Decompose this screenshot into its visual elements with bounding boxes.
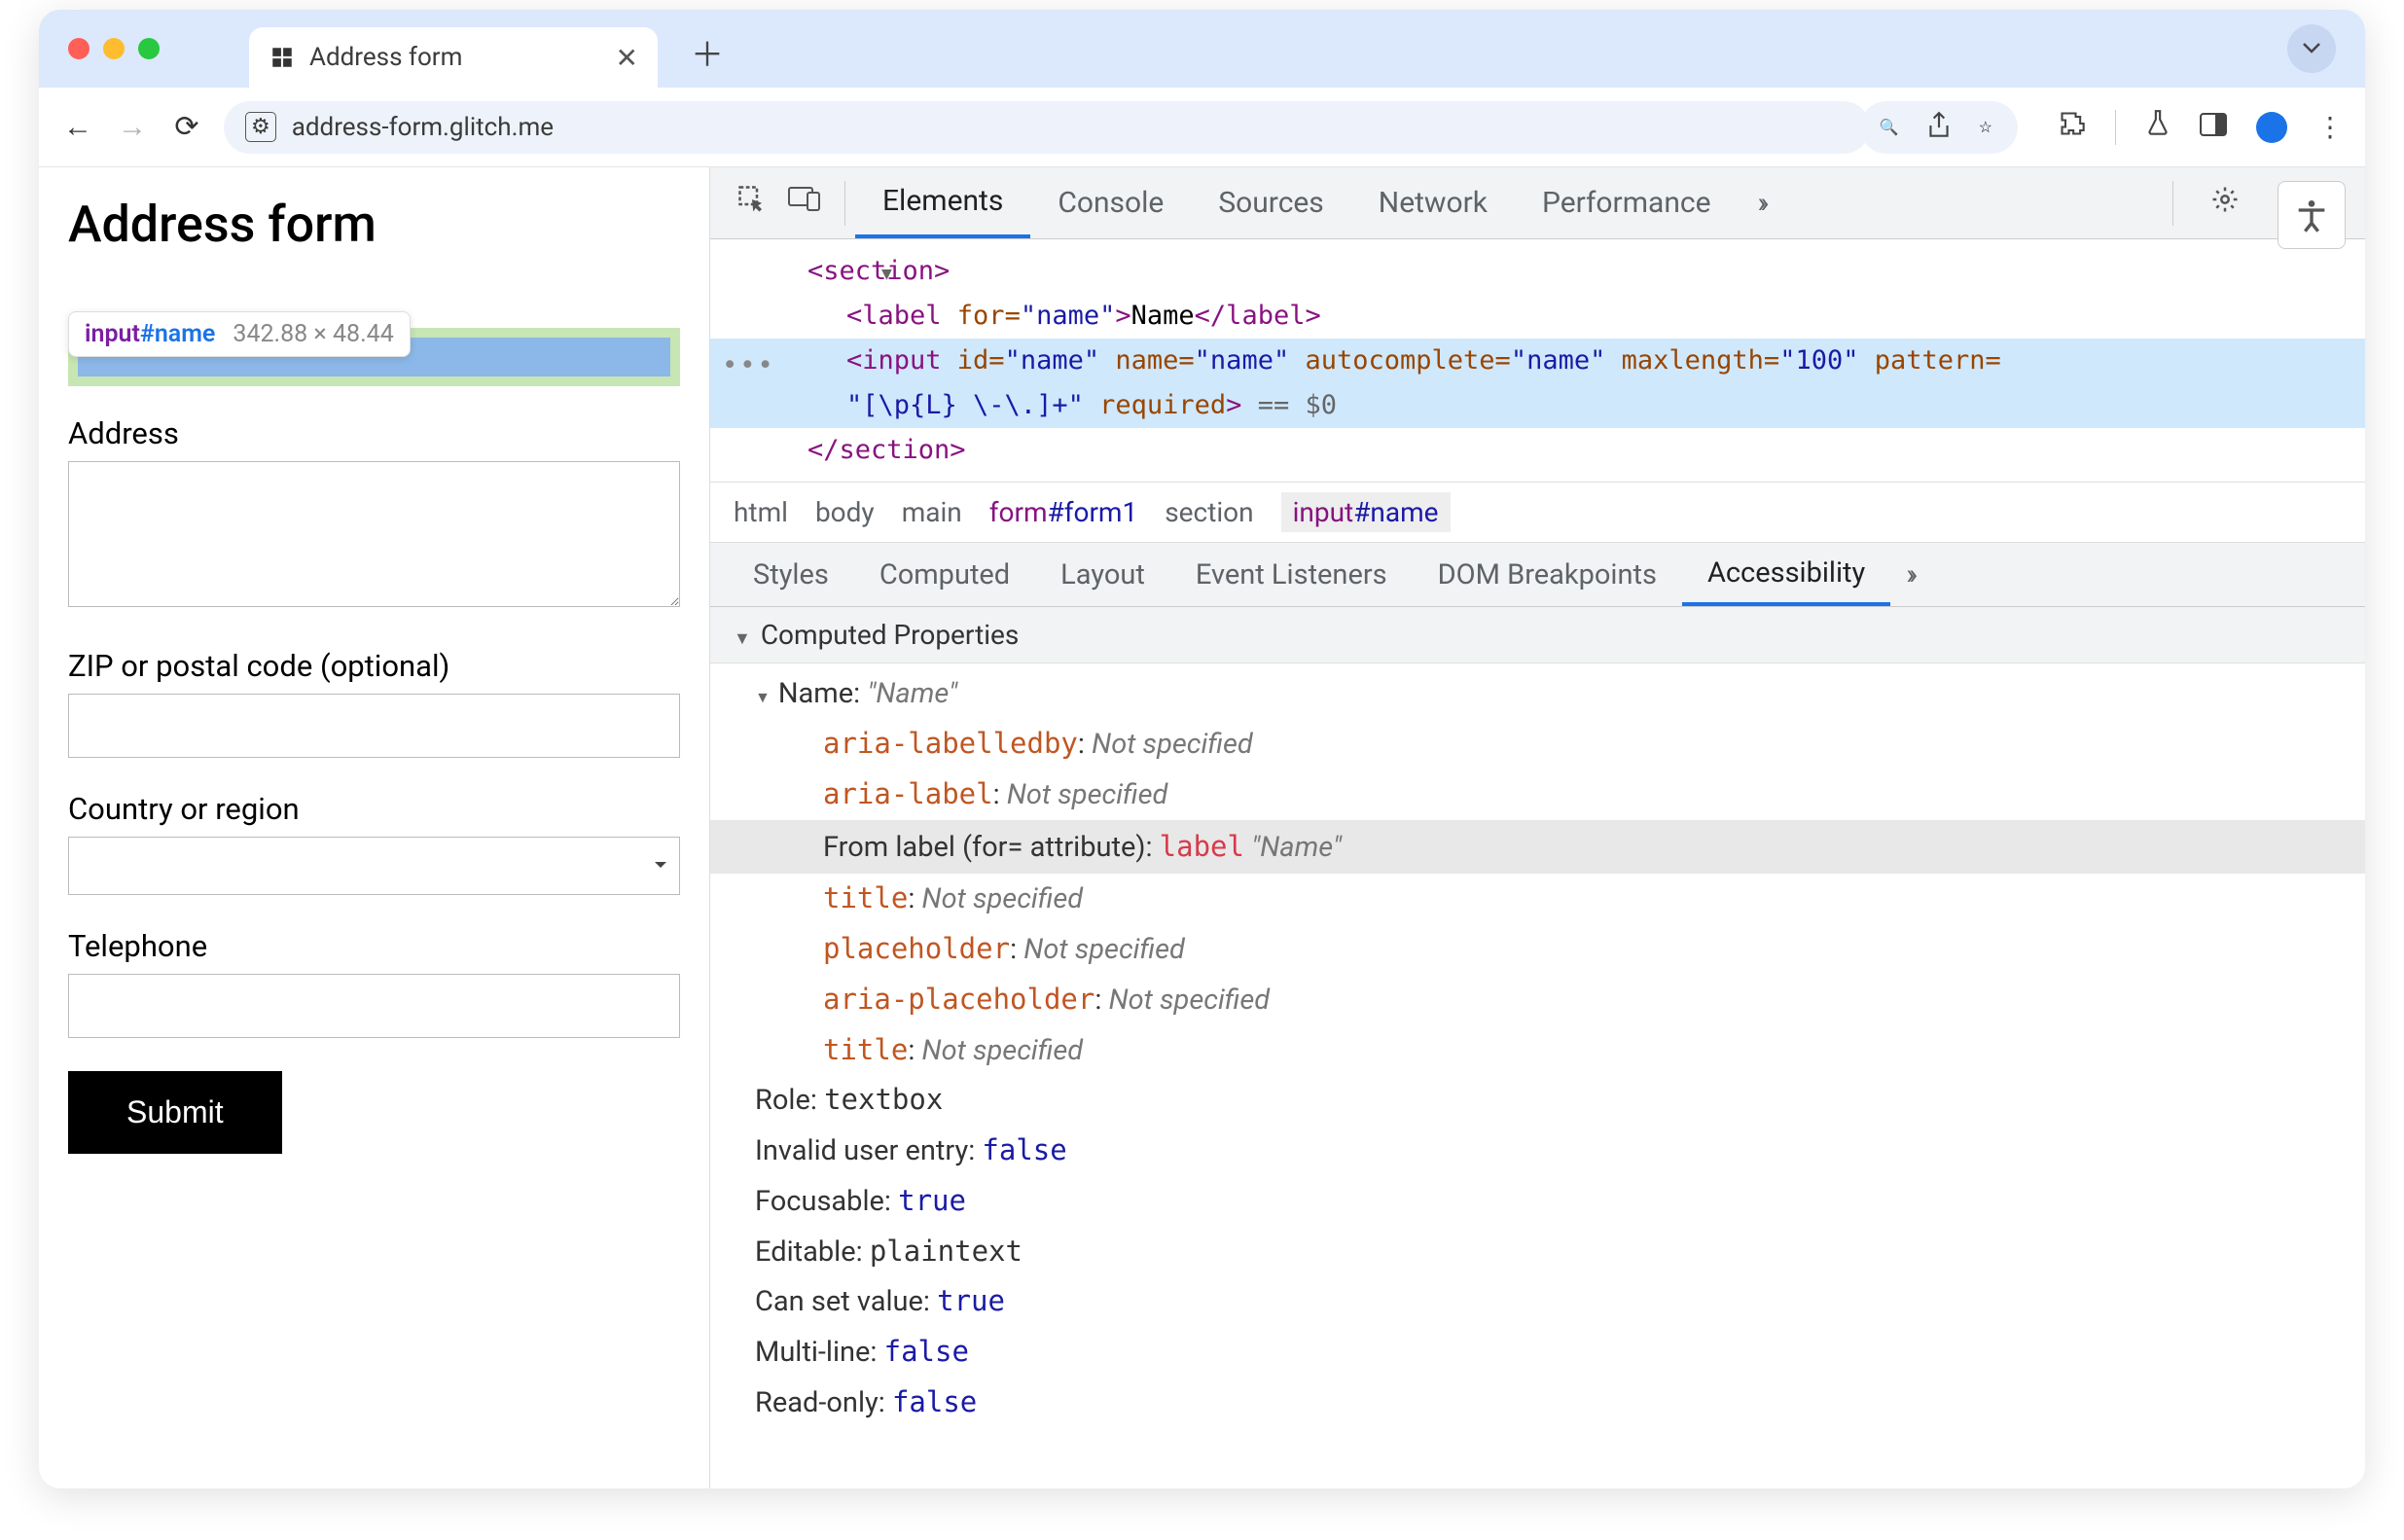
a11y-readonly: Read-only: false: [710, 1378, 2365, 1428]
favicon-icon: [269, 44, 296, 71]
dom-section-close: </section>: [807, 435, 966, 465]
devtools-subtabs: Styles Computed Layout Event Listeners D…: [710, 543, 2365, 607]
panel-icon[interactable]: [2200, 111, 2227, 143]
subtab-computed[interactable]: Computed: [854, 543, 1035, 606]
tab-sources[interactable]: Sources: [1191, 167, 1350, 238]
tab-performance[interactable]: Performance: [1515, 167, 1739, 238]
subtab-dom-breakpoints[interactable]: DOM Breakpoints: [1413, 543, 1682, 606]
labs-icon[interactable]: [2145, 109, 2171, 145]
window-zoom[interactable]: [138, 38, 160, 59]
settings-gear-icon[interactable]: [2210, 185, 2240, 221]
a11y-cansetvalue: Can set value: true: [710, 1276, 2365, 1327]
tooltip-tag: input: [85, 320, 140, 348]
tab-console[interactable]: Console: [1030, 167, 1191, 238]
subtabs-overflow-icon[interactable]: ››: [1906, 557, 1912, 591]
bc-form[interactable]: form#form1: [989, 496, 1137, 528]
traffic-lights: [68, 38, 160, 59]
dom-selected-input[interactable]: ••• <input id="name" name="name" autocom…: [710, 339, 2365, 428]
bc-body[interactable]: body: [815, 496, 875, 528]
a11y-name-row[interactable]: Name: "Name": [710, 669, 2365, 719]
tooltip-dims: 342.88 × 48.44: [233, 320, 393, 348]
inspect-tooltip: input#name 342.88 × 48.44: [68, 311, 411, 357]
tab-overflow-button[interactable]: [2287, 24, 2336, 73]
bc-section[interactable]: section: [1165, 496, 1253, 528]
tabs-overflow-icon[interactable]: ››: [1758, 186, 1764, 220]
toolbar-icons: ⋮: [2059, 109, 2344, 145]
page-pane: Address form input#name 342.88 × 48.44 A…: [39, 167, 710, 1488]
devtools-pane: Elements Console Sources Network Perform…: [710, 167, 2365, 1488]
zip-input[interactable]: [68, 694, 680, 758]
tab-title: Address form: [309, 43, 462, 72]
bc-html[interactable]: html: [734, 496, 788, 528]
forward-button[interactable]: →: [115, 110, 150, 144]
extensions-icon[interactable]: [2059, 110, 2086, 144]
new-tab-button[interactable]: ＋: [679, 23, 736, 80]
dom-tree[interactable]: <section> <label for="name">Name</label>…: [710, 239, 2365, 482]
bc-main[interactable]: main: [902, 496, 962, 528]
zip-label: ZIP or postal code (optional): [68, 648, 680, 684]
devtools-tabs: Elements Console Sources Network Perform…: [710, 167, 2365, 239]
bc-input[interactable]: input#name: [1281, 492, 1451, 532]
country-label: Country or region: [68, 791, 680, 827]
subtab-accessibility[interactable]: Accessibility: [1682, 543, 1890, 606]
dom-section-open: <section>: [807, 256, 950, 286]
a11y-role: Role: textbox: [710, 1075, 2365, 1126]
a11y-editable: Editable: plaintext: [710, 1227, 2365, 1277]
window-close[interactable]: [68, 38, 90, 59]
subtab-event-listeners[interactable]: Event Listeners: [1170, 543, 1413, 606]
divider: [2115, 110, 2116, 145]
subtab-layout[interactable]: Layout: [1035, 543, 1170, 606]
browser-tab[interactable]: Address form ✕: [249, 27, 658, 88]
profile-avatar[interactable]: [2256, 112, 2287, 143]
address-bar: ← → ⟳ ⚙ address-form.glitch.me 🔍 ☆: [39, 88, 2365, 167]
accessibility-overlay-icon[interactable]: [2278, 181, 2346, 249]
a11y-aria-labelledby: aria-labelledby: Not specified: [710, 719, 2365, 770]
a11y-multiline: Multi-line: false: [710, 1327, 2365, 1378]
menu-icon[interactable]: ⋮: [2316, 111, 2344, 143]
url-text: address-form.glitch.me: [292, 113, 554, 142]
zip-group: ZIP or postal code (optional): [68, 648, 680, 758]
address-textarea[interactable]: [68, 461, 680, 607]
tab-strip: Address form ✕ ＋: [39, 10, 2365, 88]
telephone-input[interactable]: [68, 974, 680, 1038]
tooltip-id: #name: [140, 320, 216, 348]
a11y-title: title: Not specified: [710, 874, 2365, 924]
country-select[interactable]: [68, 837, 680, 895]
computed-properties-header[interactable]: Computed Properties: [710, 607, 2365, 663]
address-label: Address: [68, 415, 680, 451]
telephone-group: Telephone: [68, 928, 680, 1038]
reload-button[interactable]: ⟳: [169, 110, 204, 144]
dom-breadcrumb[interactable]: html body main form#form1 section input#…: [710, 482, 2365, 543]
site-settings-icon[interactable]: ⚙: [245, 112, 276, 142]
country-group: Country or region: [68, 791, 680, 895]
content-area: Address form input#name 342.88 × 48.44 A…: [39, 167, 2365, 1488]
page-title: Address form: [68, 195, 680, 254]
url-actions: 🔍 ☆: [1860, 101, 2018, 154]
address-group: Address: [68, 415, 680, 615]
a11y-invalid: Invalid user entry: false: [710, 1126, 2365, 1176]
window-minimize[interactable]: [103, 38, 125, 59]
tab-close-icon[interactable]: ✕: [616, 42, 638, 74]
subtab-styles[interactable]: Styles: [728, 543, 854, 606]
back-button[interactable]: ←: [60, 110, 95, 144]
a11y-aria-label: aria-label: Not specified: [710, 770, 2365, 820]
bookmark-star-icon[interactable]: ☆: [1979, 118, 1992, 136]
a11y-aria-placeholder: aria-placeholder: Not specified: [710, 975, 2365, 1025]
a11y-title2: title: Not specified: [710, 1025, 2365, 1076]
tab-network[interactable]: Network: [1351, 167, 1515, 238]
zoom-icon[interactable]: 🔍: [1880, 118, 1899, 136]
a11y-placeholder: placeholder: Not specified: [710, 924, 2365, 975]
device-toolbar-icon[interactable]: [788, 185, 821, 221]
share-icon[interactable]: [1926, 111, 1952, 144]
submit-button[interactable]: Submit: [68, 1071, 282, 1154]
dom-actions-icon[interactable]: •••: [722, 343, 775, 388]
tab-elements[interactable]: Elements: [855, 167, 1030, 238]
telephone-label: Telephone: [68, 928, 680, 964]
browser-window: Address form ✕ ＋ ← → ⟳ ⚙ address-form.gl…: [39, 10, 2365, 1488]
url-box[interactable]: ⚙ address-form.glitch.me: [224, 101, 1870, 154]
inspect-icon[interactable]: [737, 185, 767, 221]
accessibility-panel: Name: "Name" aria-labelledby: Not specif…: [710, 663, 2365, 1447]
a11y-from-label: From label (for= attribute): label "Name…: [710, 820, 2365, 875]
a11y-focusable: Focusable: true: [710, 1176, 2365, 1227]
